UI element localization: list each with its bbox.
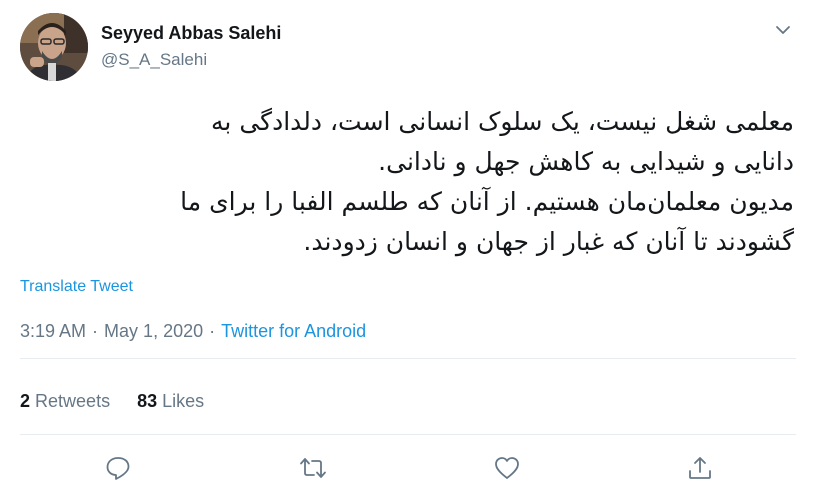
likes-count: 83 xyxy=(137,391,158,411)
retweets-count: 2 xyxy=(20,391,31,411)
retweets-label: Retweets xyxy=(35,391,111,411)
tweet-text-line: معلمی شغل نیست، یک سلوک انسانی است، دلدا… xyxy=(211,107,794,136)
author-name[interactable]: Seyyed Abbas Salehi xyxy=(101,23,281,44)
meta-separator: · xyxy=(209,321,216,341)
tweet-text-line: مدیون معلمان‌مان هستیم. از آنان که طلسم … xyxy=(180,187,794,216)
divider xyxy=(20,434,796,435)
tweet-source-link[interactable]: Twitter for Android xyxy=(221,321,366,341)
tweet-card: Seyyed Abbas Salehi @S_A_Salehi معلمی شغ… xyxy=(0,0,816,501)
avatar-photo xyxy=(20,13,88,81)
tweet-text-line: گشودند تا آنان که غبار از جهان و انسان ز… xyxy=(303,227,794,256)
tweet-stats: 2 Retweets 83 Likes xyxy=(20,391,204,412)
retweet-icon[interactable] xyxy=(299,454,327,482)
divider xyxy=(20,358,796,359)
share-icon[interactable] xyxy=(686,454,714,482)
tweet-meta: 3:19 AM · May 1, 2020 · Twitter for Android xyxy=(20,321,366,342)
reply-icon[interactable] xyxy=(104,454,132,482)
tweet-text: معلمی شغل نیست، یک سلوک انسانی است، دلدا… xyxy=(20,102,794,262)
heart-icon[interactable] xyxy=(493,454,521,482)
avatar[interactable] xyxy=(20,13,88,81)
retweets-stat[interactable]: 2 Retweets xyxy=(20,391,110,411)
tweet-text-line: دانایی و شیدایی به کاهش جهل و نادانی. xyxy=(378,147,794,176)
translate-tweet-link[interactable]: Translate Tweet xyxy=(20,278,133,296)
tweet-date[interactable]: May 1, 2020 xyxy=(104,321,203,341)
tweet-time[interactable]: 3:19 AM xyxy=(20,321,86,341)
likes-stat[interactable]: 83 Likes xyxy=(137,391,204,411)
likes-label: Likes xyxy=(162,391,205,411)
author-handle[interactable]: @S_A_Salehi xyxy=(101,50,207,70)
meta-separator: · xyxy=(92,321,99,341)
chevron-down-icon[interactable] xyxy=(773,20,793,40)
